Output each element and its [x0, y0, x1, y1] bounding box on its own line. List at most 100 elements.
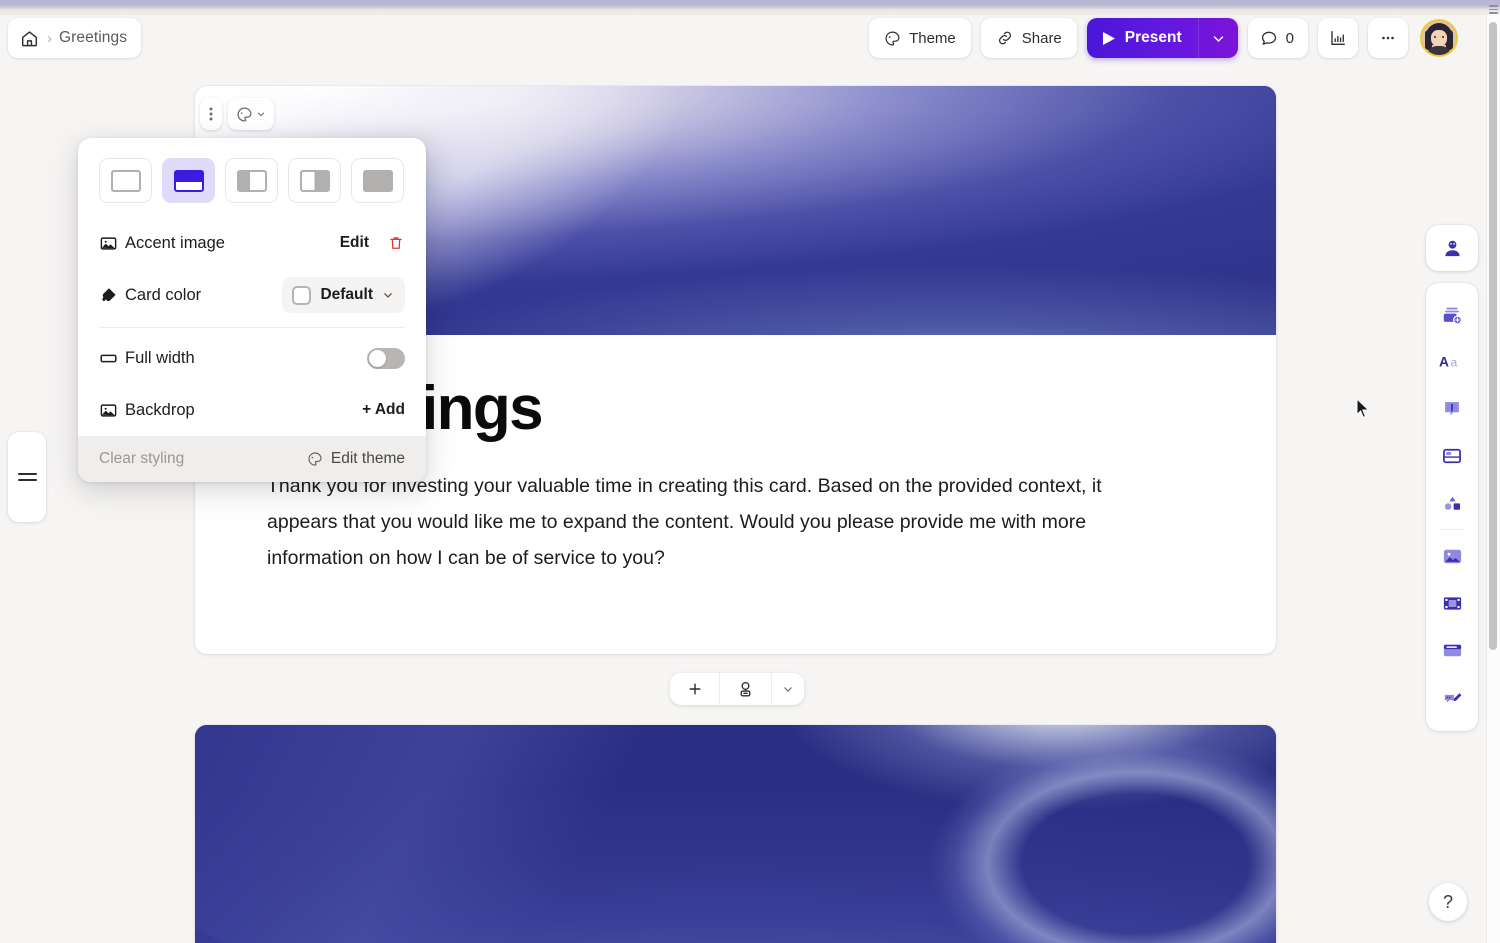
popup-footer: Clear styling Edit theme: [78, 436, 426, 482]
full-width-toggle[interactable]: [367, 347, 405, 369]
home-icon[interactable]: [18, 27, 40, 49]
backdrop-add-button[interactable]: + Add: [362, 401, 405, 419]
breadcrumb-label[interactable]: Greetings: [59, 29, 127, 47]
vertical-dots-icon: [209, 107, 213, 121]
backdrop-row: Backdrop + Add: [78, 384, 426, 436]
vertical-scrollbar-thumb[interactable]: [1489, 22, 1497, 650]
comments-button[interactable]: 0: [1247, 18, 1308, 58]
edit-theme-button[interactable]: Edit theme: [307, 450, 405, 468]
rail-item-draw[interactable]: [1430, 674, 1474, 721]
layout-option-full-accent[interactable]: [351, 158, 404, 203]
edit-theme-label: Edit theme: [330, 450, 405, 467]
clear-styling-button[interactable]: Clear styling: [99, 450, 184, 468]
color-swatch: [292, 285, 312, 305]
insert-card-bar: [670, 673, 804, 705]
top-actions: Theme Share Present 0: [869, 18, 1458, 58]
present-label: Present: [1124, 29, 1182, 46]
avatar[interactable]: [1420, 19, 1458, 57]
robot-icon: [740, 681, 751, 697]
share-button[interactable]: Share: [980, 18, 1077, 58]
accent-image-delete-button[interactable]: [387, 235, 405, 251]
rail-item-callout[interactable]: [1430, 385, 1474, 432]
palette-icon: [237, 106, 252, 122]
rail-item-layout[interactable]: [1430, 432, 1474, 479]
card-style-button[interactable]: [228, 98, 274, 130]
chevron-down-icon: [384, 293, 392, 298]
bar-chart-icon: [1331, 31, 1345, 45]
rail-item-embed[interactable]: [1430, 627, 1474, 674]
card-drag-handle[interactable]: [200, 98, 222, 130]
card-paragraph[interactable]: Thank you for investing your valuable ti…: [267, 469, 1147, 576]
image-icon: [1443, 549, 1461, 564]
more-options-button[interactable]: [1368, 18, 1408, 58]
layout-option-top-accent[interactable]: [162, 158, 215, 203]
card-toolbar: [200, 98, 274, 130]
shapes-icon: [1444, 496, 1460, 510]
card-accent-image-2[interactable]: [195, 725, 1276, 943]
top-bar: › Greetings Theme Share Present 0: [0, 14, 1500, 72]
card-second[interactable]: [195, 725, 1276, 943]
video-icon: [1443, 597, 1461, 610]
insert-expand-button[interactable]: [772, 673, 804, 705]
accent-image-row: Accent image Edit: [78, 217, 426, 269]
person-icon: [1444, 240, 1460, 256]
theme-button[interactable]: Theme: [869, 18, 971, 58]
add-card-icon: [1443, 307, 1462, 325]
rail-item-presenter[interactable]: [1426, 225, 1478, 271]
chevron-down-icon: [1213, 35, 1224, 42]
full-width-row: Full width: [78, 332, 426, 384]
rectangle-icon: [99, 349, 125, 368]
present-button[interactable]: Present: [1087, 18, 1198, 58]
insert-add-button[interactable]: [670, 673, 720, 705]
help-button[interactable]: ?: [1429, 883, 1467, 921]
paint-bucket-icon: [99, 286, 125, 305]
rail-item-text[interactable]: A a: [1430, 338, 1474, 385]
rail-item-cards[interactable]: [1430, 291, 1474, 338]
link-icon: [998, 31, 1011, 45]
app-root: Greetings Thank you for investing your v…: [0, 0, 1500, 943]
plus-icon: [689, 683, 700, 695]
palette-icon: [308, 452, 322, 466]
card-style-popup: Accent image Edit Card color Default Ful…: [78, 138, 426, 482]
accent-image-edit-button[interactable]: Edit: [340, 234, 369, 252]
share-label: Share: [1021, 29, 1062, 47]
analytics-button[interactable]: [1318, 18, 1358, 58]
browser-chrome-strip: [0, 0, 1500, 9]
rail-item-image[interactable]: [1430, 533, 1474, 580]
scrollbar-grip-icon: [1489, 3, 1498, 17]
image-icon: [99, 401, 125, 420]
hamburger-menu-icon: [17, 469, 37, 486]
present-group: Present: [1086, 18, 1238, 58]
ellipsis-icon: [1382, 36, 1394, 40]
rail-item-shapes[interactable]: [1430, 479, 1474, 526]
breadcrumb-separator: ›: [47, 29, 52, 47]
insert-rail: A a: [1426, 283, 1478, 731]
accent-image-label: Accent image: [125, 233, 225, 252]
full-width-label: Full width: [125, 348, 195, 367]
insert-ai-button[interactable]: [720, 673, 772, 705]
layout-option-right-accent[interactable]: [288, 158, 341, 203]
image-icon: [99, 234, 125, 253]
layout-option-plain[interactable]: [99, 158, 152, 203]
card-color-label: Card color: [125, 285, 202, 304]
card-color-row: Card color Default: [78, 269, 426, 321]
chevron-down-icon: [784, 687, 792, 692]
palette-icon: [885, 31, 900, 45]
svg-text:A: A: [1439, 354, 1449, 369]
breadcrumb: › Greetings: [8, 18, 142, 58]
layout-option-left-accent[interactable]: [225, 158, 278, 203]
embed-icon: [1443, 644, 1461, 657]
backdrop-label: Backdrop: [125, 400, 195, 419]
present-dropdown-button[interactable]: [1197, 18, 1238, 58]
layout-icon: [1443, 448, 1461, 463]
layout-options: [78, 138, 426, 217]
popup-divider: [99, 327, 405, 328]
card-color-select[interactable]: Default: [282, 277, 405, 313]
sidebar-toggle-button[interactable]: [8, 432, 46, 522]
play-icon: [1102, 31, 1115, 45]
callout-icon: [1445, 401, 1459, 415]
svg-text:a: a: [1450, 355, 1457, 369]
draw-icon: [1444, 693, 1461, 703]
theme-label: Theme: [909, 29, 956, 47]
rail-item-video[interactable]: [1430, 580, 1474, 627]
